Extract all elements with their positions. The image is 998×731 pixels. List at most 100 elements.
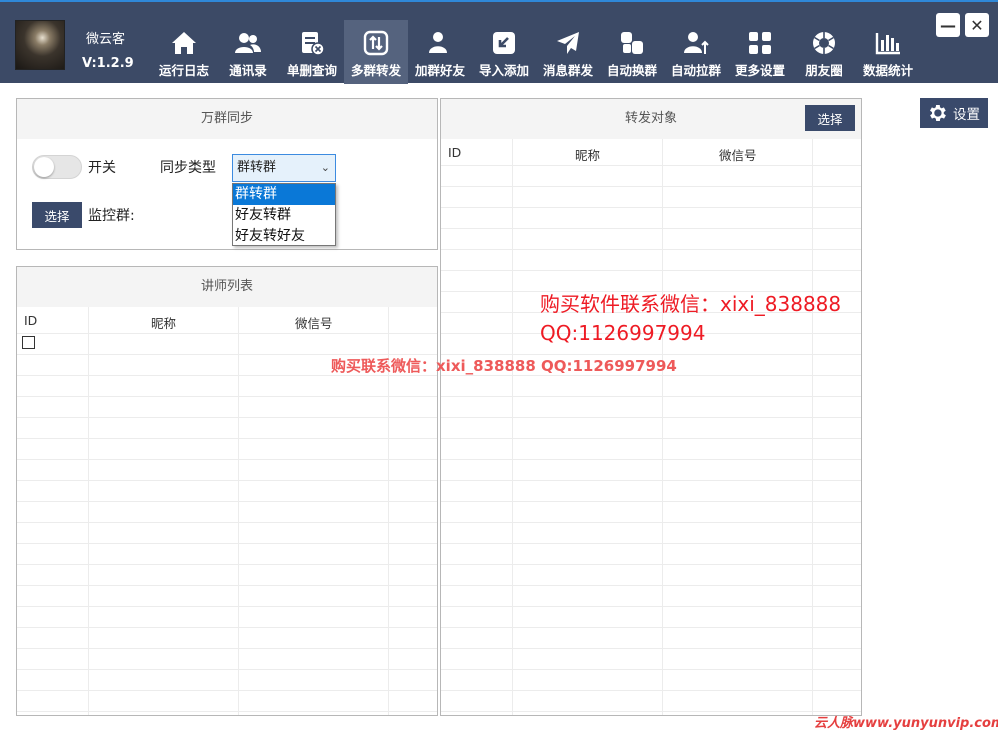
watermark-line-1: 购买软件联系微信：xixi_838888 (540, 292, 842, 316)
column-divider (88, 307, 89, 715)
row-divider (441, 249, 861, 250)
row-checkbox[interactable] (22, 336, 35, 349)
watermark-banner: 购买联系微信：xixi_838888 QQ:1126997994 (331, 357, 677, 375)
watermark-contact: 购买软件联系微信：xixi_838888 QQ:1126997994 (540, 290, 841, 348)
row-divider (441, 438, 861, 439)
switch-group-icon (621, 32, 643, 54)
bar-chart-icon (875, 33, 900, 55)
grid-icon (749, 32, 771, 54)
delete-check-icon (302, 32, 325, 56)
row-divider (17, 627, 437, 628)
row-divider (441, 585, 861, 586)
row-divider (17, 417, 437, 418)
nav-label: 数据统计 (862, 63, 913, 78)
row-divider (17, 522, 437, 523)
row-divider (441, 417, 861, 418)
row-divider (441, 480, 861, 481)
row-divider (17, 648, 437, 649)
switch-label: 开关 (88, 160, 116, 176)
nav-label: 运行日志 (158, 63, 209, 78)
nav-item-mass-message[interactable]: 消息群发 (536, 20, 600, 84)
row-divider (441, 165, 861, 166)
nav-label: 通讯录 (229, 63, 267, 78)
teacher-list-panel: 讲师列表 ID 昵称 微信号 (16, 266, 438, 716)
sync-switch-toggle[interactable] (32, 155, 82, 179)
import-icon (493, 32, 515, 54)
forward-panel-title: 转发对象 (441, 99, 861, 139)
nav-item-moments[interactable]: 朋友圈 (792, 20, 856, 84)
row-divider (17, 438, 437, 439)
row-divider (441, 270, 861, 271)
sync-panel-title: 万群同步 (17, 99, 437, 139)
dropdown-option[interactable]: 群转群 (233, 184, 335, 205)
nav-label: 加群好友 (414, 63, 465, 78)
dropdown-option[interactable]: 好友转好友 (233, 226, 335, 247)
nav-item-auto-switch-group[interactable]: 自动换群 (600, 20, 664, 84)
minimize-button[interactable]: — (936, 13, 960, 37)
row-divider (441, 207, 861, 208)
nav-item-multi-forward[interactable]: 多群转发 (344, 20, 408, 84)
row-divider (441, 501, 861, 502)
add-friend-icon (429, 32, 452, 53)
row-divider (17, 396, 437, 397)
settings-button[interactable]: 设置 (920, 98, 988, 128)
nav-item-delete-check[interactable]: 单删查询 (280, 20, 344, 84)
nav-label: 自动换群 (606, 63, 657, 78)
watermark-line-2: QQ:1126997994 (540, 321, 706, 345)
send-icon (557, 32, 579, 54)
row-divider (17, 606, 437, 607)
monitor-group-label: 监控群: (88, 208, 135, 224)
row-divider (441, 627, 861, 628)
nav-item-run-log[interactable]: 运行日志 (152, 20, 216, 84)
row-divider (441, 186, 861, 187)
app-avatar (15, 20, 65, 70)
forward-target-panel: 转发对象 ID 昵称 微信号 (440, 98, 862, 716)
row-divider (17, 333, 437, 334)
dropdown-option[interactable]: 好友转群 (233, 205, 335, 226)
teacher-panel-title: 讲师列表 (17, 267, 437, 307)
row-divider (17, 669, 437, 670)
nav-item-contacts[interactable]: 通讯录 (216, 20, 280, 84)
forward-select-button[interactable]: 选择 (805, 105, 855, 131)
row-divider (441, 543, 861, 544)
nav-item-more-settings[interactable]: 更多设置 (728, 20, 792, 84)
row-divider (17, 543, 437, 544)
close-button[interactable]: ✕ (965, 13, 989, 37)
nav-item-statistics[interactable]: 数据统计 (856, 20, 920, 84)
settings-label: 设置 (953, 107, 980, 123)
row-divider (441, 606, 861, 607)
chevron-down-icon: ⌄ (320, 161, 330, 174)
row-divider (441, 690, 861, 691)
nav-item-import-add[interactable]: 导入添加 (472, 20, 536, 84)
nav-label: 更多设置 (734, 63, 785, 78)
toggle-knob (34, 157, 54, 177)
row-divider (17, 564, 437, 565)
nav-label: 朋友圈 (805, 63, 843, 78)
row-divider (441, 648, 861, 649)
contacts-icon (235, 33, 261, 53)
row-divider (17, 459, 437, 460)
row-divider (17, 690, 437, 691)
nav-item-auto-pull-group[interactable]: 自动拉群 (664, 20, 728, 84)
row-divider (441, 522, 861, 523)
top-toolbar: 微云客 V:1.2.9 运行日志 通讯录 单删查询 多群转发 加群好友 导入添加 (0, 0, 998, 84)
app-name: 微云客 (86, 32, 126, 47)
row-divider (17, 480, 437, 481)
column-divider (812, 139, 813, 715)
nav-label: 导入添加 (478, 63, 529, 78)
app-version: V:1.2.9 (82, 56, 134, 71)
monitor-select-button[interactable]: 选择 (32, 202, 82, 228)
nav-label: 多群转发 (350, 63, 401, 78)
main-nav: 运行日志 通讯录 单删查询 多群转发 加群好友 导入添加 消息群发 自动换群 自… (152, 20, 920, 84)
nav-label: 消息群发 (542, 63, 593, 78)
sync-type-dropdown: 群转群 好友转群 好友转好友 (232, 183, 336, 246)
row-divider (17, 585, 437, 586)
sync-type-select[interactable]: 群转群 ⌄ (232, 154, 336, 182)
sync-type-value: 群转群 (237, 160, 277, 175)
forward-table-grid (441, 139, 861, 715)
pull-group-icon (684, 32, 709, 54)
row-divider (441, 228, 861, 229)
nav-item-add-group-friend[interactable]: 加群好友 (408, 20, 472, 84)
row-divider (441, 669, 861, 670)
nav-label: 单删查询 (286, 63, 337, 78)
